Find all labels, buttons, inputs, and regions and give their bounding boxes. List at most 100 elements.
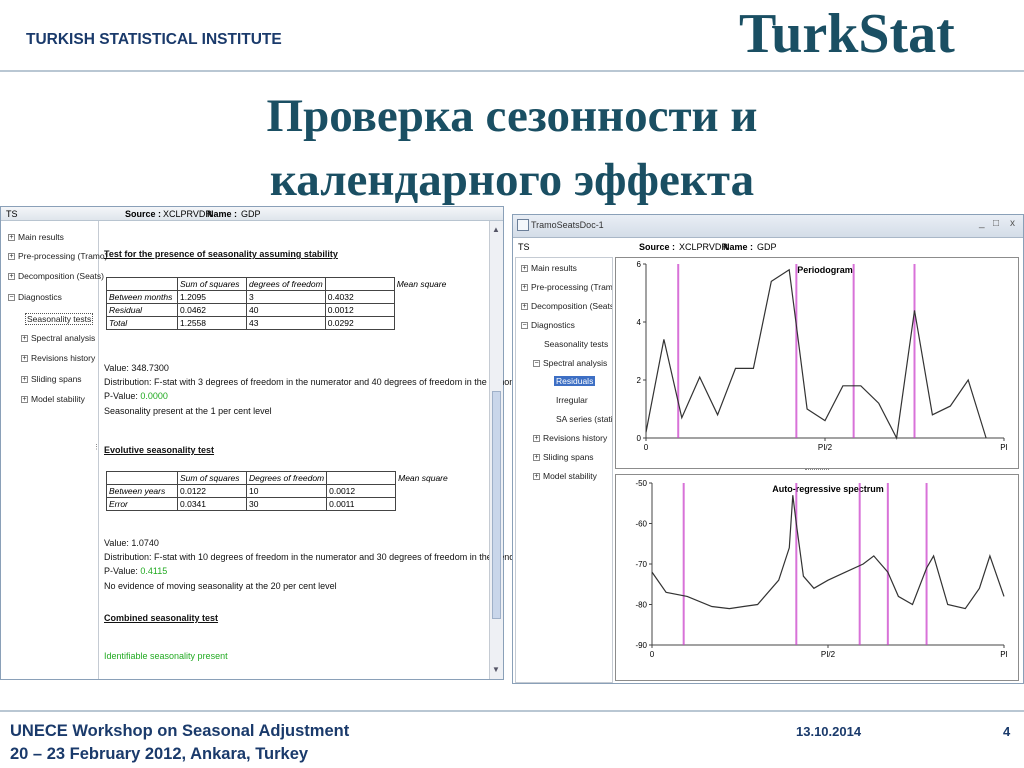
tree-item-sliding-spans[interactable]: + Sliding spans [21,374,82,384]
source-value: XCLPRVDR [163,209,212,219]
tree-item-pre-processing[interactable]: + Pre-processing (Tramo) [8,251,107,261]
combined-test-heading: Combined seasonality test [104,613,219,623]
evolutive-conclusion: No evidence of moving seasonality at the… [104,581,337,591]
y-tick-label: 2 [637,376,642,385]
name-value: GDP [757,242,777,252]
y-tick-label: -70 [635,560,647,569]
close-button[interactable]: x [1010,218,1015,229]
window-title: TramoSeatsDoc-1 [531,220,604,230]
tree-item-decomposition[interactable]: + Decomposition (Seats) [8,271,104,281]
table-header-cell [326,471,397,485]
table-row: Residual 0.0462 40 0.0012 [106,303,474,317]
tree-item-irregular[interactable]: Irregular [556,395,588,405]
footer-dates-location: 20 – 23 February 2012, Ankara, Turkey [10,745,309,763]
table-header-cell [106,277,178,291]
minimize-button[interactable]: _ [979,218,985,229]
source-label: Source : [125,209,162,219]
x-tick-label: PI/2 [818,443,833,452]
page-number: 4 [1003,724,1011,739]
x-tick-label: PI [1000,650,1008,659]
y-tick-label: 0 [637,434,642,443]
tree-item-spectral-analysis[interactable]: + Spectral analysis [21,333,95,343]
periodogram-panel: Periodogram 0 2 4 6 0 PI/2 PI [615,257,1019,469]
tree-item-sliding-spans[interactable]: + Sliding spans [533,452,594,462]
table-header-cell: Mean square [398,473,448,483]
ts-label: TS [518,242,530,252]
name-label: Name : [207,209,238,219]
slide-title: Проверка сезонности и календарного эффек… [0,84,1024,212]
footer-event: UNECE Workshop on Seasonal Adjustment [10,722,350,740]
tree-item-main-results[interactable]: + Main results [8,232,64,242]
stable-test-heading: Test for the presence of seasonality ass… [104,249,338,259]
chart-title: Periodogram [797,265,853,275]
scroll-down-icon[interactable]: ▼ [492,665,500,674]
turkstat-logo: TurkStat [739,3,955,65]
stable-conclusion: Seasonality present at the 1 per cent le… [104,406,272,416]
tree-item-residuals[interactable]: Residuals [554,376,596,386]
series-line [651,495,1005,610]
splitter-handle[interactable]: ⋮ [93,443,100,451]
ts-label: TS [6,209,18,219]
table-row: Between months 1.2095 3 0.4032 [106,290,474,304]
title-line-2: календарного эффекта [269,154,755,206]
tree-item-diagnostics[interactable]: − Diagnostics [521,320,575,330]
table-header-cell: Sum of squares [177,471,247,485]
chart-title: Auto-regressive spectrum [772,484,884,494]
ar-spectrum-panel: Auto-regressive spectrum -50 -60 -70 -80 -90 0… [615,474,1019,681]
table-header-cell: degrees of freedom [246,277,326,291]
evolutive-test-table: Sum of squares Degrees of freedom Mean s… [106,471,475,511]
name-value: GDP [241,209,261,219]
y-tick-label: -80 [635,601,647,610]
document-icon [517,219,529,231]
evolutive-test-heading: Evolutive seasonality test [104,445,215,455]
right-nav-tree: + Main results + Pre-processing (Tramo) + D… [515,257,613,683]
maximize-button[interactable]: □ [993,218,999,229]
name-label: Name : [723,242,754,252]
evolutive-value: Value: 1.0740 [104,538,159,548]
tree-item-main-results[interactable]: + Main results [521,263,577,273]
scrollbar-thumb[interactable] [492,391,501,619]
stable-test-table: Sum of squares degrees of freedom Mean s… [106,277,474,330]
stable-distribution: Distribution: F-stat with 3 degrees of f… [104,377,540,387]
ar-spectrum-chart: Auto-regressive spectrum -50 -60 -70 -80 -900… [635,479,1008,659]
tree-item-decomposition[interactable]: + Decomposition (Seats) [521,301,612,311]
results-scrollbar[interactable]: ▲ ▼ [489,221,503,679]
periodogram-chart: Periodogram 0 2 4 6 0 PI/2 PI [637,260,1008,452]
results-pane: Test for the presence of seasonality ass… [100,221,544,679]
tree-item-spectral-analysis[interactable]: − Spectral analysis [533,358,607,368]
right-toolbar: TS Source : XCLPRVDR Name : GDP [513,240,1023,254]
tree-item-diagnostics[interactable]: − Diagnostics [8,292,62,302]
evolutive-distribution: Distribution: F-stat with 10 degrees of … [104,552,545,562]
tree-item-revisions-history[interactable]: + Revisions history [21,353,95,363]
left-toolbar: TS Source : XCLPRVDR Name : GDP [1,207,503,221]
scroll-up-icon[interactable]: ▲ [492,225,500,234]
table-row: Total 1.2558 43 0.0292 [106,316,474,330]
tree-item-revisions-history[interactable]: + Revisions history [533,433,607,443]
stable-value: Value: 348.7300 [104,363,169,373]
title-line-1: Проверка сезонности и [266,90,758,142]
stable-pvalue: P-Value: 0.0000 [104,391,168,401]
table-header-cell: Mean square [396,279,447,289]
table-row: Error 0.0341 30 0.0011 [106,497,475,511]
tree-item-seasonality-tests[interactable]: Seasonality tests [25,313,94,325]
left-results-window: TS Source : XCLPRVDR Name : GDP + Main re… [0,206,544,680]
table-header-cell [106,471,178,485]
x-tick-label: 0 [644,443,649,452]
tree-item-sa-series[interactable]: SA series (stationary) [556,414,612,424]
source-value: XCLPRVDR [679,242,728,252]
header-divider [0,70,1024,72]
window-titlebar[interactable]: TramoSeatsDoc-1 _ □ x [513,215,1023,238]
combined-test-result: Identifiable seasonality present [104,651,228,661]
x-tick-label: PI/2 [821,650,836,659]
x-tick-label: 0 [650,650,655,659]
x-tick-label: PI [1000,443,1008,452]
y-tick-label: -60 [635,520,647,529]
table-header-cell: Sum of squares [177,277,247,291]
tree-item-pre-processing[interactable]: + Pre-processing (Tramo) [521,282,612,292]
institute-name: TURKISH STATISTICAL INSTITUTE [26,31,282,48]
tree-item-model-stability[interactable]: + Model stability [21,394,85,404]
series-line [645,268,987,440]
tree-item-seasonality-tests[interactable]: Seasonality tests [544,339,608,349]
tree-item-model-stability[interactable]: + Model stability [533,471,597,481]
source-label: Source : [639,242,676,252]
